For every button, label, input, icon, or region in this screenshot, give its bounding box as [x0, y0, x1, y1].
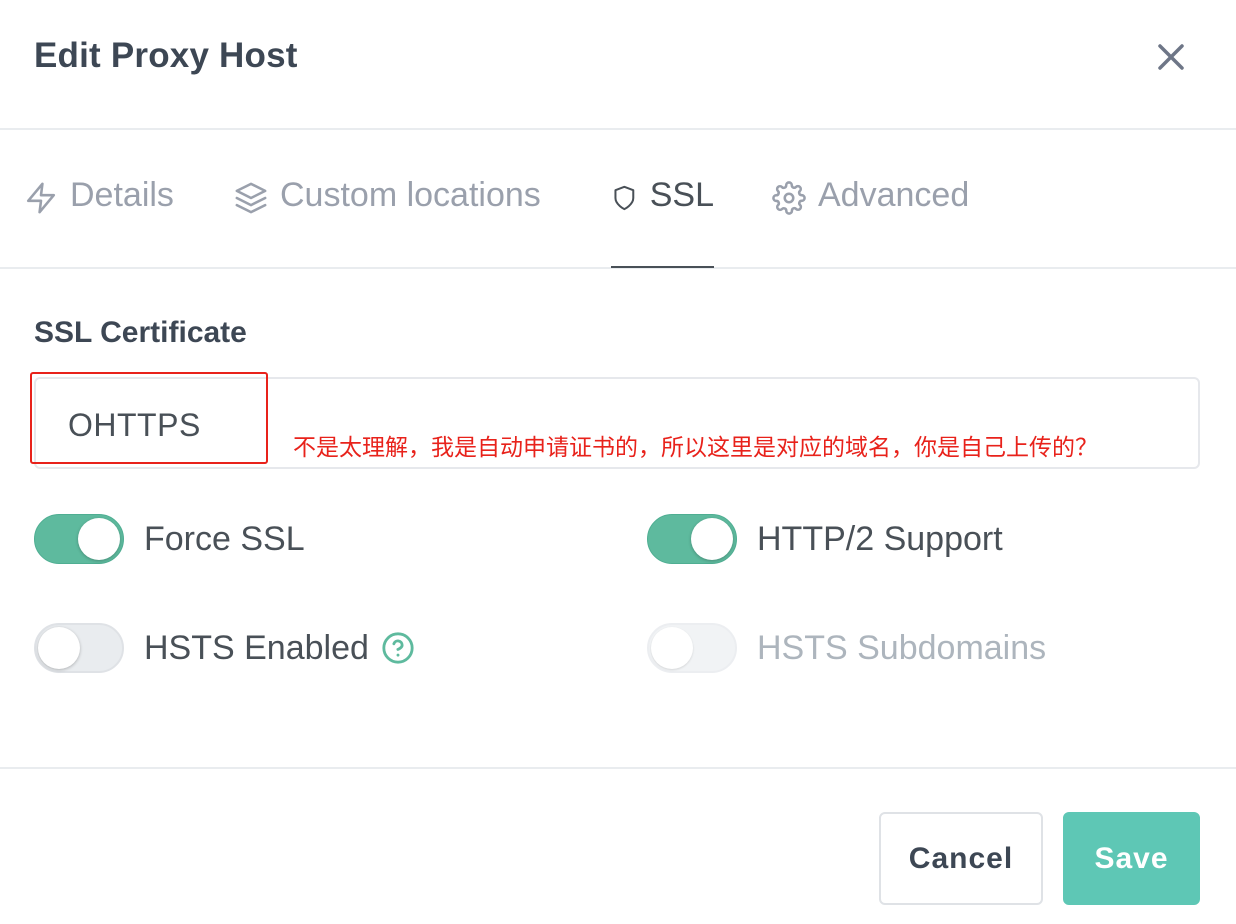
close-icon — [1158, 44, 1184, 70]
hsts-subdomains-label: HSTS Subdomains — [757, 628, 1047, 667]
ssl-certificate-value: OHTTPS — [68, 407, 201, 443]
annotation-text: 不是太理解，我是自动申请证书的，所以这里是对应的域名，你是自己上传的？ — [293, 434, 1098, 460]
http2-support-label: HTTP/2 Support — [757, 519, 1003, 558]
shield-icon — [614, 185, 635, 211]
switch-knob — [38, 627, 80, 669]
layers-icon — [235, 182, 267, 214]
help-circle-icon[interactable] — [381, 631, 415, 665]
switch-knob — [78, 518, 120, 560]
modal-footer: Cancel Save — [0, 767, 1236, 924]
close-button[interactable] — [1150, 36, 1192, 78]
save-button[interactable]: Save — [1063, 812, 1200, 905]
modal-title: Edit Proxy Host — [34, 36, 298, 75]
tab-ssl[interactable]: SSL — [611, 176, 714, 268]
hsts-enabled-switch[interactable] — [34, 623, 124, 673]
zap-icon — [26, 182, 56, 214]
http2-support-switch[interactable] — [647, 514, 737, 564]
http2-support-toggle[interactable]: HTTP/2 Support — [647, 513, 1003, 565]
hsts-enabled-toggle[interactable]: HSTS Enabled — [34, 622, 415, 674]
tab-ssl-label: SSL — [649, 176, 714, 214]
cancel-button[interactable]: Cancel — [879, 812, 1043, 905]
hsts-enabled-label: HSTS Enabled — [144, 628, 369, 667]
tab-bar: Details Custom locations SSL Advanced — [0, 130, 1236, 269]
tab-custom-locations-label: Custom locations — [280, 176, 541, 214]
tab-advanced-label: Advanced — [818, 176, 970, 214]
switch-knob — [691, 518, 733, 560]
force-ssl-switch[interactable] — [34, 514, 124, 564]
tab-details[interactable]: Details — [24, 176, 174, 268]
force-ssl-toggle[interactable]: Force SSL — [34, 513, 305, 565]
ssl-certificate-label: SSL Certificate — [34, 316, 247, 349]
force-ssl-label: Force SSL — [144, 519, 305, 558]
hsts-subdomains-toggle[interactable]: HSTS Subdomains — [647, 622, 1046, 674]
tab-details-label: Details — [70, 176, 174, 214]
modal-header: Edit Proxy Host — [0, 0, 1236, 130]
tab-custom-locations[interactable]: Custom locations — [234, 176, 541, 268]
settings-icon — [772, 181, 806, 215]
switch-knob — [651, 627, 693, 669]
hsts-subdomains-switch[interactable] — [647, 623, 737, 673]
tab-advanced[interactable]: Advanced — [772, 176, 969, 268]
